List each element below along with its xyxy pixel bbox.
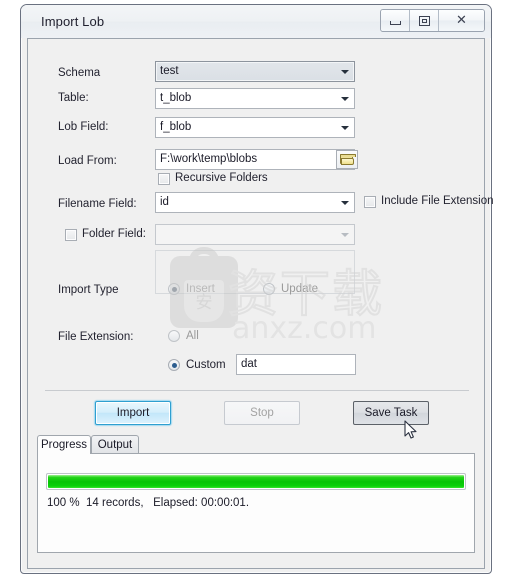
minimize-button[interactable] xyxy=(381,10,410,31)
import-type-option-update-label: Update xyxy=(281,283,319,295)
load-from-input[interactable]: F:\work\temp\blobs xyxy=(155,149,355,170)
schema-label: Schema xyxy=(58,67,101,79)
progress-status-text: 100 % 14 records, Elapsed: 00:00:01. xyxy=(47,497,250,509)
stop-button-label: Stop xyxy=(250,407,274,419)
import-type-label: Import Type xyxy=(58,284,119,296)
import-type-radio-update[interactable] xyxy=(263,283,275,295)
progress-panel: 100 % 14 records, Elapsed: 00:00:01. xyxy=(37,453,475,553)
tab-strip: Progress Output xyxy=(37,435,475,454)
filename-field-value: id xyxy=(160,196,169,208)
lob-field-combo[interactable]: f_blob xyxy=(155,117,355,138)
close-icon: ✕ xyxy=(456,13,467,28)
folder-field-checkbox[interactable] xyxy=(65,229,77,241)
file-extension-option-custom-label: Custom xyxy=(186,359,226,371)
client-area: Schema test Table: t_blob Lob Field: f_b… xyxy=(27,38,494,569)
close-button[interactable]: ✕ xyxy=(439,10,484,31)
chevron-down-icon xyxy=(341,97,349,101)
import-type-option-insert-label: Insert xyxy=(186,283,215,295)
import-button[interactable]: Import xyxy=(95,401,171,425)
progress-bar-fill xyxy=(48,475,464,488)
file-extension-custom-input[interactable]: dat xyxy=(236,354,356,375)
folder-field-label: Folder Field: xyxy=(82,228,146,240)
chevron-down-icon xyxy=(341,70,349,74)
tab-progress[interactable]: Progress xyxy=(37,435,91,454)
import-button-label: Import xyxy=(116,407,150,419)
chevron-down-icon xyxy=(341,201,349,205)
tab-progress-label: Progress xyxy=(40,439,88,451)
window-controls: ✕ xyxy=(380,9,485,32)
table-value: t_blob xyxy=(160,92,192,104)
import-lob-window: Import Lob ✕ Schema test Table: t_blob L… xyxy=(20,4,494,574)
tab-output[interactable]: Output xyxy=(91,435,139,453)
include-file-extension-label: Include File Extension xyxy=(381,195,494,207)
recursive-folders-checkbox[interactable] xyxy=(158,173,170,185)
title-bar[interactable]: Import Lob ✕ xyxy=(21,5,491,38)
load-from-label: Load From: xyxy=(58,155,117,167)
save-task-button[interactable]: Save Task xyxy=(353,401,429,425)
save-task-button-label: Save Task xyxy=(364,407,418,419)
table-combo[interactable]: t_blob xyxy=(155,88,355,109)
filename-field-combo[interactable]: id xyxy=(155,192,355,213)
recursive-folders-label: Recursive Folders xyxy=(175,172,268,184)
load-from-value: F:\work\temp\blobs xyxy=(160,153,258,165)
file-extension-option-all-label: All xyxy=(186,330,199,342)
include-file-extension-checkbox[interactable] xyxy=(364,196,376,208)
chevron-down-icon xyxy=(341,126,349,130)
import-type-groupbox xyxy=(155,250,355,294)
folder-field-combo[interactable] xyxy=(155,224,355,245)
progress-bar xyxy=(46,473,466,490)
file-extension-radio-all[interactable] xyxy=(168,330,180,342)
table-label: Table: xyxy=(58,92,89,104)
action-separator xyxy=(45,390,469,391)
chevron-down-icon xyxy=(341,233,349,237)
minimize-icon xyxy=(389,20,401,25)
stop-button[interactable]: Stop xyxy=(224,401,300,425)
browse-folder-button[interactable] xyxy=(336,150,358,169)
restore-icon xyxy=(418,15,430,26)
restore-button[interactable] xyxy=(410,10,439,31)
window-title: Import Lob xyxy=(41,14,105,29)
lob-field-value: f_blob xyxy=(160,121,192,133)
schema-value: test xyxy=(160,65,179,77)
file-extension-custom-value: dat xyxy=(241,358,257,370)
folder-icon xyxy=(340,154,356,165)
filename-field-label: Filename Field: xyxy=(58,198,137,210)
tab-output-label: Output xyxy=(97,438,133,451)
import-type-radio-insert[interactable] xyxy=(168,283,180,295)
file-extension-label: File Extension: xyxy=(58,331,134,343)
schema-combo[interactable]: test xyxy=(155,61,355,82)
file-extension-radio-custom[interactable] xyxy=(168,359,180,371)
lob-field-label: Lob Field: xyxy=(58,121,109,133)
